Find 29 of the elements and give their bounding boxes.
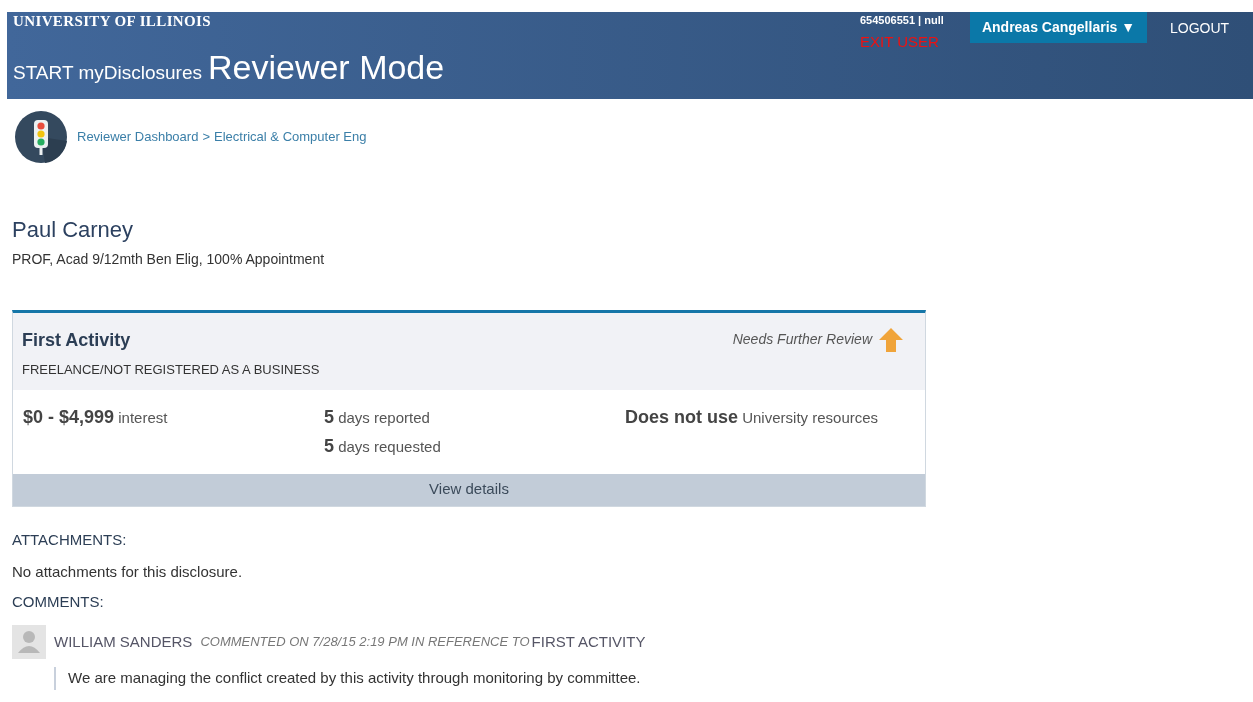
up-arrow-icon xyxy=(878,327,904,353)
comment-author: WILLIAM SANDERS xyxy=(54,631,193,652)
interest-range: $0 - $4,999 interest xyxy=(23,405,169,429)
attachments-message: No attachments for this disclosure. xyxy=(12,562,244,582)
activity-type: FREELANCE/NOT REGISTERED AS A BUSINESS xyxy=(22,361,320,379)
avatar-icon xyxy=(12,625,46,659)
traffic-light-icon xyxy=(15,111,67,163)
attachments-heading: ATTACHMENTS: xyxy=(12,529,128,550)
person-name: Paul Carney xyxy=(12,216,135,244)
user-menu-button[interactable]: Andreas Cangellaris ▼ xyxy=(970,12,1147,43)
review-status: Needs Further Review xyxy=(732,330,872,349)
person-position: PROF, Acad 9/12mth Ben Elig, 100% Appointment xyxy=(12,250,326,269)
comment-meta: COMMENTED ON 7/28/15 2:19 PM IN REFERENCE TO xyxy=(200,633,530,652)
breadcrumb-link[interactable]: Electrical & Computer Eng xyxy=(214,127,367,147)
days-count: 5 days reported xyxy=(324,405,431,429)
app-name: START myDisclosures xyxy=(13,61,202,85)
user-id: 654506551 | null xyxy=(860,13,944,28)
logout-link[interactable]: LOGOUT xyxy=(1170,18,1230,39)
comments-heading: COMMENTS: xyxy=(12,591,105,612)
comment-reference: FIRST ACTIVITY xyxy=(531,631,646,652)
comment-text: We are managing the conflict created by this activity through monitoring by committee. xyxy=(68,668,642,688)
activity-title: First Activity xyxy=(22,329,132,352)
breadcrumb-separator: > xyxy=(202,128,210,147)
breadcrumb-link[interactable]: Reviewer Dashboard xyxy=(77,127,199,147)
mode-title: Reviewer Mode xyxy=(208,47,445,88)
days-count: 5 days requested xyxy=(324,434,442,458)
university-name: UNIVERSITY OF ILLINOIS xyxy=(13,12,212,31)
view-details-button[interactable]: View details xyxy=(13,473,925,506)
resource-usage: Does not use University resources xyxy=(625,405,879,429)
